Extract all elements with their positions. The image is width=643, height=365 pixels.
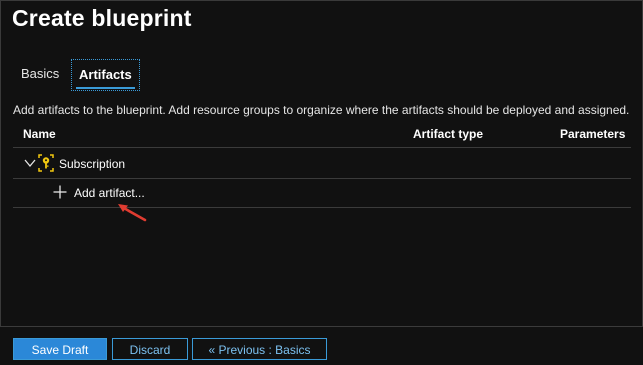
save-draft-button[interactable]: Save Draft bbox=[13, 338, 107, 360]
column-header-name: Name bbox=[23, 127, 56, 141]
tab-artifacts[interactable]: Artifacts bbox=[71, 59, 140, 91]
chevron-down-icon[interactable] bbox=[23, 156, 37, 170]
blueprint-panel: Create blueprint Basics Artifacts Add ar… bbox=[0, 0, 643, 364]
description-text: Add artifacts to the blueprint. Add reso… bbox=[13, 103, 630, 117]
previous-basics-button[interactable]: « Previous : Basics bbox=[192, 338, 327, 360]
table-row-subscription[interactable]: Subscription bbox=[13, 150, 631, 179]
table-header: Name Artifact type Parameters bbox=[13, 121, 631, 148]
subscription-key-icon bbox=[38, 154, 54, 172]
column-header-artifact-type: Artifact type bbox=[413, 127, 484, 141]
plus-icon[interactable] bbox=[53, 185, 67, 199]
subscription-label: Subscription bbox=[59, 157, 126, 171]
add-artifact-row[interactable]: Add artifact... bbox=[13, 179, 631, 208]
tab-basics[interactable]: Basics bbox=[15, 59, 65, 89]
page-title: Create blueprint bbox=[12, 5, 192, 31]
discard-button[interactable]: Discard bbox=[112, 338, 188, 360]
add-artifact-link[interactable]: Add artifact... bbox=[74, 186, 145, 200]
footer-bar: Save Draft Discard « Previous : Basics bbox=[0, 326, 643, 365]
annotation-arrow-icon bbox=[118, 204, 147, 222]
column-header-parameters: Parameters bbox=[560, 127, 626, 141]
